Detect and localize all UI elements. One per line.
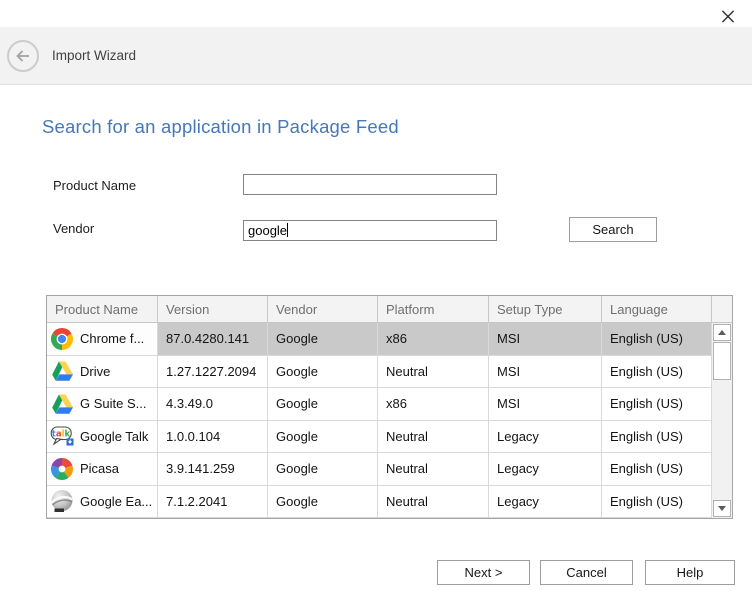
cell-version: 4.3.49.0 [158,388,268,420]
cell-product: Picasa [80,461,119,476]
scroll-up-button[interactable] [713,324,731,341]
cell-language: English (US) [602,323,712,355]
drive-icon [50,359,74,383]
cell-language: English (US) [602,388,712,420]
cell-setup-type: Legacy [489,453,602,485]
table-row[interactable]: Chrome f... 87.0.4280.141 Google x86 MSI… [47,323,732,356]
cell-version: 1.0.0.104 [158,421,268,453]
help-button[interactable]: Help [645,560,735,585]
table-header-row: Product Name Version Vendor Platform Set… [47,296,732,323]
google-talk-icon: talk [50,424,74,448]
page-title: Search for an application in Package Fee… [42,116,399,138]
chrome-icon [50,327,74,351]
close-icon [721,9,735,24]
table-row[interactable]: Drive 1.27.1227.2094 Google Neutral MSI … [47,356,732,389]
wizard-title: Import Wizard [52,48,136,63]
vendor-input[interactable]: google [243,220,497,241]
column-header-version[interactable]: Version [158,296,268,322]
cell-platform: Neutral [378,421,489,453]
next-button[interactable]: Next > [437,560,530,585]
cell-platform: x86 [378,388,489,420]
cell-product: Drive [80,364,110,379]
column-header-language[interactable]: Language [602,296,712,322]
cell-product: Chrome f... [80,331,144,346]
cell-language: English (US) [602,421,712,453]
cell-product: Google Talk [80,429,148,444]
cell-language: English (US) [602,486,712,518]
cell-vendor: Google [268,356,378,388]
vertical-scrollbar[interactable] [712,323,732,518]
results-table: Product Name Version Vendor Platform Set… [46,295,733,519]
google-earth-icon [50,489,74,513]
scrollbar-thumb[interactable] [713,342,731,380]
cell-platform: Neutral [378,356,489,388]
triangle-up-icon [718,330,726,335]
scroll-down-button[interactable] [713,500,731,517]
column-header-scrollbar-stub [712,296,732,322]
column-header-product-name[interactable]: Product Name [47,296,158,322]
cell-vendor: Google [268,323,378,355]
cell-product: G Suite S... [80,396,146,411]
product-name-label: Product Name [53,178,136,193]
cell-setup-type: Legacy [489,421,602,453]
column-header-setup-type[interactable]: Setup Type [489,296,602,322]
wizard-header: Import Wizard [0,27,752,85]
vendor-value: google [248,223,287,238]
cell-vendor: Google [268,486,378,518]
picasa-icon [50,457,74,481]
cell-version: 3.9.141.259 [158,453,268,485]
text-caret [287,223,288,237]
table-row[interactable]: Google Ea... 7.1.2.2041 Google Neutral L… [47,486,732,519]
cell-language: English (US) [602,453,712,485]
table-body: Chrome f... 87.0.4280.141 Google x86 MSI… [47,323,732,518]
cell-version: 1.27.1227.2094 [158,356,268,388]
cell-vendor: Google [268,421,378,453]
cell-version: 87.0.4280.141 [158,323,268,355]
cell-platform: x86 [378,323,489,355]
cell-platform: Neutral [378,486,489,518]
cell-language: English (US) [602,356,712,388]
vendor-label: Vendor [53,221,94,236]
cancel-button[interactable]: Cancel [540,560,633,585]
cell-version: 7.1.2.2041 [158,486,268,518]
close-button[interactable] [715,4,741,28]
cell-platform: Neutral [378,453,489,485]
table-row[interactable]: G Suite S... 4.3.49.0 Google x86 MSI Eng… [47,388,732,421]
table-row[interactable]: talk Google Talk 1.0.0.104 Google Neutra… [47,421,732,454]
triangle-down-icon [718,506,726,511]
cell-product: Google Ea... [80,494,152,509]
cell-vendor: Google [268,388,378,420]
cell-setup-type: MSI [489,323,602,355]
product-name-input[interactable] [243,174,497,195]
search-button[interactable]: Search [569,217,657,242]
gsuite-icon [50,392,74,416]
cell-setup-type: MSI [489,388,602,420]
back-button[interactable] [7,40,39,72]
back-arrow-icon [14,47,32,65]
cell-setup-type: MSI [489,356,602,388]
cell-setup-type: Legacy [489,486,602,518]
cell-vendor: Google [268,453,378,485]
column-header-platform[interactable]: Platform [378,296,489,322]
column-header-vendor[interactable]: Vendor [268,296,378,322]
table-row[interactable]: Picasa 3.9.141.259 Google Neutral Legacy… [47,453,732,486]
svg-text:talk: talk [52,430,71,440]
